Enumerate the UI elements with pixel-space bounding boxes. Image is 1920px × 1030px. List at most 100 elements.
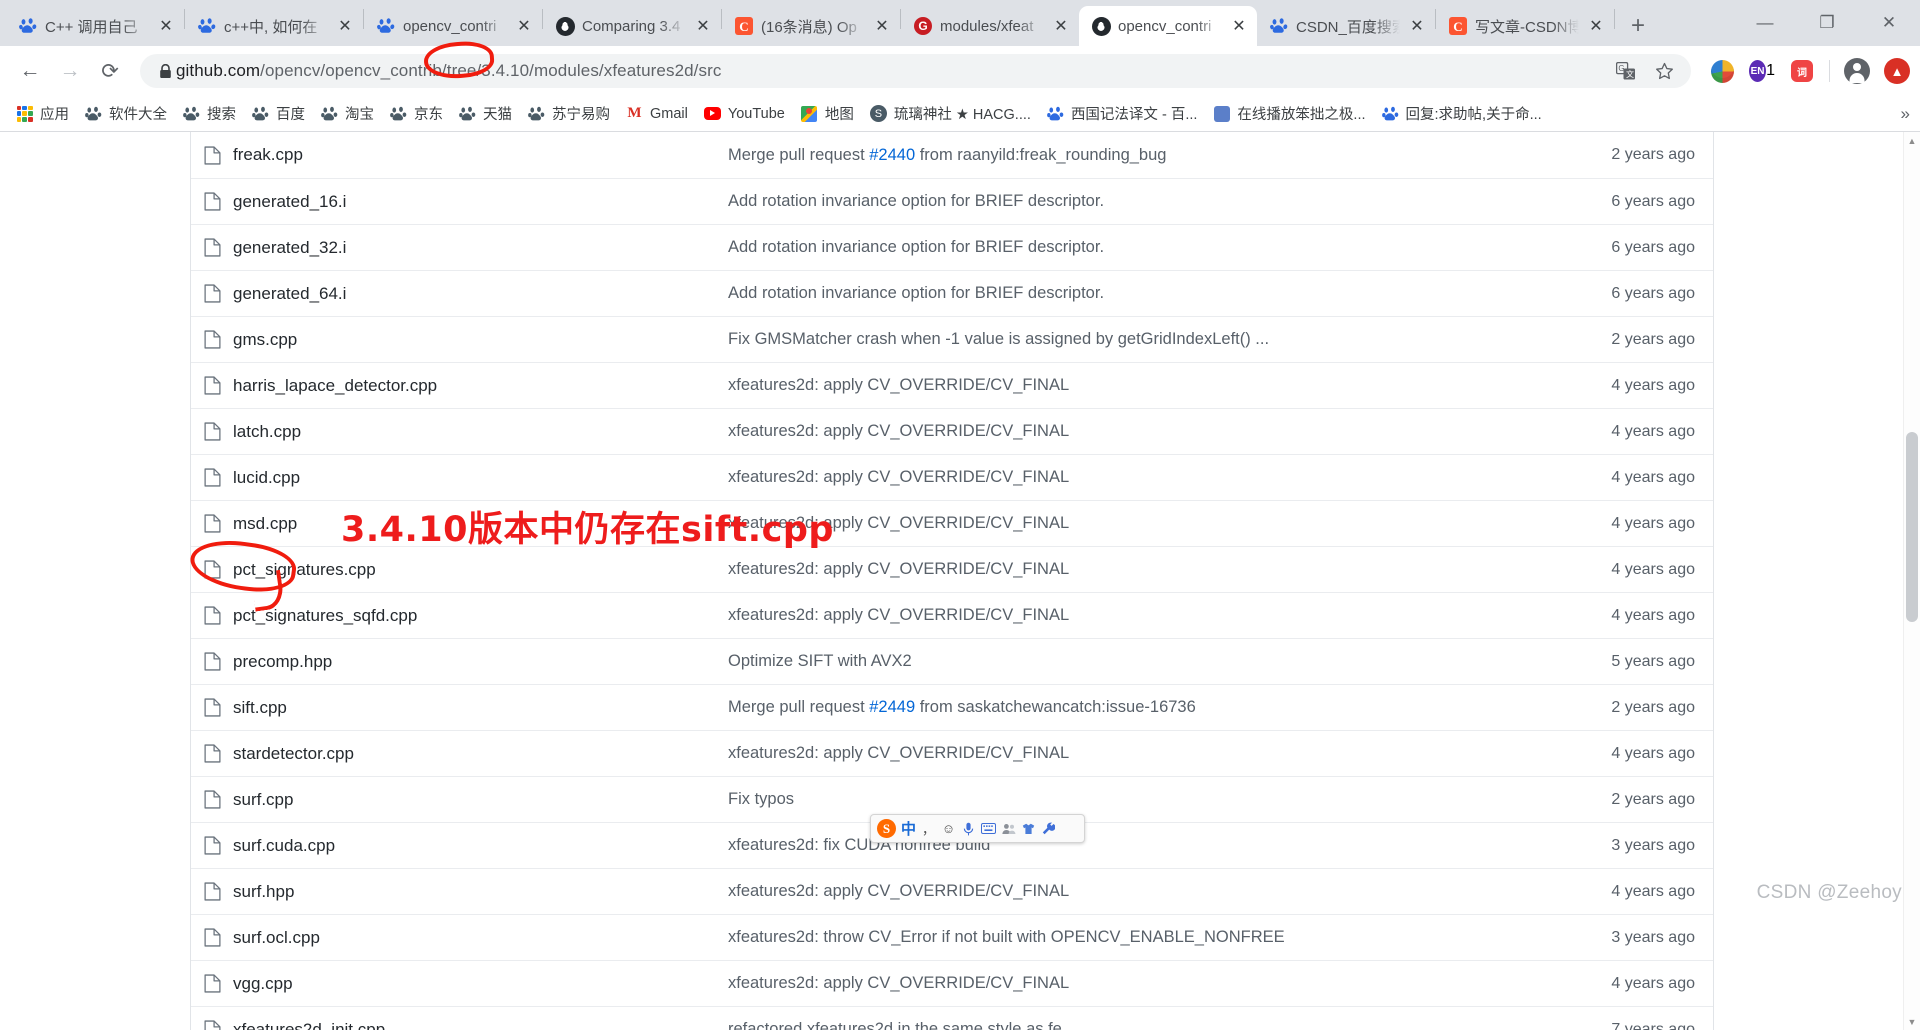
bookmark-item[interactable]: 淘宝 — [313, 99, 382, 128]
minimize-button[interactable]: — — [1734, 0, 1796, 46]
file-name-link[interactable]: harris_lapace_detector.cpp — [233, 376, 728, 396]
browser-tab[interactable]: G modules/xfeat ✕ — [901, 6, 1079, 46]
file-name-link[interactable]: xfeatures2d_init.cpp — [233, 1020, 728, 1030]
sogou-logo-icon[interactable]: S — [877, 819, 896, 838]
table-row[interactable]: generated_32.i Add rotation invariance op… — [191, 224, 1713, 270]
keyboard-icon[interactable] — [981, 823, 997, 834]
table-row[interactable]: sift.cpp Merge pull request #2449 from sa… — [191, 684, 1713, 730]
bookmark-item[interactable]: 苏宁易购 — [520, 99, 618, 128]
browser-tab[interactable]: c++中, 如何在 ✕ — [185, 6, 363, 46]
ime-toolbar[interactable]: S 中 ， ☺ — [870, 814, 1085, 843]
skin-icon[interactable] — [1021, 823, 1036, 835]
table-row[interactable]: pct_signatures.cpp xfeatures2d: apply CV_… — [191, 546, 1713, 592]
english-extension-icon[interactable]: EN 1 — [1749, 58, 1775, 84]
colorful-extension-icon[interactable] — [1709, 58, 1735, 84]
bookmark-item[interactable]: 地图 — [793, 99, 862, 128]
table-row[interactable]: precomp.hpp Optimize SIFT with AVX2 5 year… — [191, 638, 1713, 684]
table-row[interactable]: gms.cpp Fix GMSMatcher crash when -1 valu… — [191, 316, 1713, 362]
scrollbar-thumb[interactable] — [1906, 432, 1918, 622]
file-name-link[interactable]: latch.cpp — [233, 422, 728, 442]
browser-tab-active[interactable]: opencv_contri ✕ — [1079, 6, 1257, 46]
bookmarks-overflow-button[interactable]: » — [1901, 104, 1910, 124]
scroll-up-button[interactable]: ▲ — [1904, 132, 1920, 149]
bookmark-item[interactable]: S 琉璃神社 ★ HACG.... — [862, 99, 1039, 128]
bookmark-apps[interactable]: 应用 — [8, 99, 77, 128]
new-tab-button[interactable]: + — [1621, 9, 1655, 43]
mic-icon[interactable] — [961, 822, 976, 836]
bookmark-item[interactable]: 西国记法译文 - 百... — [1039, 99, 1205, 128]
file-name-link[interactable]: surf.cpp — [233, 790, 728, 810]
pull-request-link[interactable]: #2449 — [869, 698, 915, 716]
page-scrollbar[interactable]: ▲ ▼ — [1903, 132, 1920, 1030]
close-icon[interactable]: ✕ — [872, 16, 892, 36]
bookmark-item[interactable]: 软件大全 — [77, 99, 175, 128]
reload-button[interactable]: ⟳ — [90, 51, 130, 91]
file-name-link[interactable]: freak.cpp — [233, 145, 728, 165]
close-icon[interactable]: ✕ — [1586, 16, 1606, 36]
star-icon[interactable] — [1653, 60, 1675, 82]
tools-icon[interactable] — [1041, 822, 1056, 835]
file-name-link[interactable]: stardetector.cpp — [233, 744, 728, 764]
bookmark-item[interactable]: M Gmail — [618, 101, 696, 126]
red-extension-icon[interactable]: 词 — [1789, 58, 1815, 84]
browser-tab[interactable]: Comparing 3.4 ✕ — [543, 6, 721, 46]
translate-icon[interactable]: G文 — [1615, 60, 1637, 82]
bookmark-item[interactable]: 百度 — [244, 99, 313, 128]
file-name-link[interactable]: sift.cpp — [233, 698, 728, 718]
file-name-link[interactable]: surf.hpp — [233, 882, 728, 902]
file-name-link[interactable]: gms.cpp — [233, 330, 728, 350]
file-name-link[interactable]: surf.ocl.cpp — [233, 928, 728, 948]
file-name-link[interactable]: generated_64.i — [233, 284, 728, 304]
file-name-link[interactable]: generated_16.i — [233, 192, 728, 212]
forward-button[interactable]: → — [50, 51, 90, 91]
table-row[interactable]: harris_lapace_detector.cpp xfeatures2d: a… — [191, 362, 1713, 408]
file-name-link[interactable]: pct_signatures.cpp — [233, 560, 728, 580]
file-name-link[interactable]: lucid.cpp — [233, 468, 728, 488]
browser-tab[interactable]: C 写文章-CSDN博 ✕ — [1436, 6, 1614, 46]
table-row[interactable]: surf.ocl.cpp xfeatures2d: throw CV_Error … — [191, 914, 1713, 960]
address-bar[interactable]: github.com/opencv/opencv_contrib/tree/3.… — [140, 54, 1691, 88]
close-icon[interactable]: ✕ — [1051, 16, 1071, 36]
user-icon[interactable] — [1001, 823, 1016, 835]
bookmark-item[interactable]: 搜索 — [175, 99, 244, 128]
bookmark-item[interactable]: 在线播放笨拙之极... — [1205, 99, 1373, 128]
back-button[interactable]: ← — [10, 51, 50, 91]
close-icon[interactable]: ✕ — [514, 16, 534, 36]
avatar[interactable] — [1844, 58, 1870, 84]
table-row[interactable]: latch.cpp xfeatures2d: apply CV_OVERRIDE/… — [191, 408, 1713, 454]
table-row[interactable]: freak.cpp Merge pull request #2440 from r… — [191, 132, 1713, 178]
table-row[interactable]: generated_64.i Add rotation invariance op… — [191, 270, 1713, 316]
pull-request-link[interactable]: #2440 — [869, 146, 915, 164]
table-row[interactable]: surf.hpp xfeatures2d: apply CV_OVERRIDE/C… — [191, 868, 1713, 914]
bookmark-item[interactable]: 回复:求助帖,关于命... — [1374, 99, 1550, 128]
bookmark-item[interactable]: YouTube — [696, 101, 793, 126]
file-name-link[interactable]: generated_32.i — [233, 238, 728, 258]
close-icon[interactable]: ✕ — [693, 16, 713, 36]
file-name-link[interactable]: vgg.cpp — [233, 974, 728, 994]
bookmark-item[interactable]: 京东 — [382, 99, 451, 128]
table-row[interactable]: vgg.cpp xfeatures2d: apply CV_OVERRIDE/CV… — [191, 960, 1713, 1006]
close-icon[interactable]: ✕ — [335, 16, 355, 36]
browser-tab[interactable]: CSDN_百度搜索 ✕ — [1257, 6, 1435, 46]
close-window-button[interactable]: ✕ — [1858, 0, 1920, 46]
maximize-button[interactable]: ❐ — [1796, 0, 1858, 46]
emoji-icon[interactable]: ☺ — [941, 821, 956, 836]
table-row[interactable]: xfeatures2d_init.cpp refactored xfeatures… — [191, 1006, 1713, 1030]
table-row[interactable]: lucid.cpp xfeatures2d: apply CV_OVERRIDE/… — [191, 454, 1713, 500]
scroll-down-button[interactable]: ▼ — [1904, 1013, 1920, 1030]
browser-tab[interactable]: C++ 调用自己 ✕ — [6, 6, 184, 46]
ime-mode-toggle[interactable]: 中 — [901, 818, 916, 839]
punctuation-icon[interactable]: ， — [921, 819, 936, 838]
table-row[interactable]: generated_16.i Add rotation invariance op… — [191, 178, 1713, 224]
browser-tab[interactable]: C (16条消息) Op ✕ — [722, 6, 900, 46]
table-row[interactable]: stardetector.cpp xfeatures2d: apply CV_OV… — [191, 730, 1713, 776]
update-arrow-icon[interactable]: ▲ — [1884, 58, 1910, 84]
close-icon[interactable]: ✕ — [156, 16, 176, 36]
close-icon[interactable]: ✕ — [1407, 16, 1427, 36]
file-name-link[interactable]: surf.cuda.cpp — [233, 836, 728, 856]
table-row[interactable]: pct_signatures_sqfd.cpp xfeatures2d: appl… — [191, 592, 1713, 638]
file-name-link[interactable]: pct_signatures_sqfd.cpp — [233, 606, 728, 626]
bookmark-item[interactable]: 天猫 — [451, 99, 520, 128]
browser-tab[interactable]: opencv_contri ✕ — [364, 6, 542, 46]
close-icon[interactable]: ✕ — [1229, 16, 1249, 36]
